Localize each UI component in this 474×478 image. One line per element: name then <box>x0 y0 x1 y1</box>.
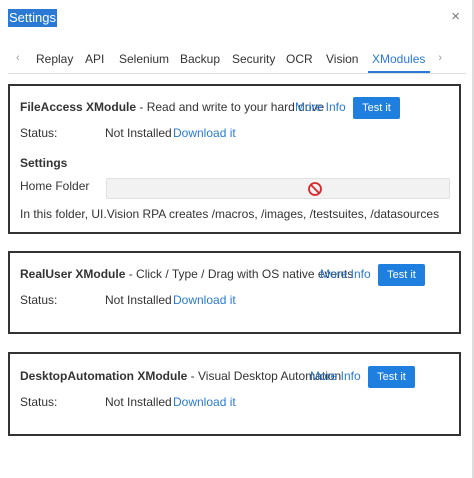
tab-xmodules[interactable]: XModules <box>372 52 425 66</box>
desktopautomation-more-info-link[interactable]: More Info <box>310 369 361 383</box>
tab-scroll-left-icon[interactable]: ‹ <box>16 52 20 64</box>
tab-selenium[interactable]: Selenium <box>119 52 169 66</box>
realuser-more-info-link[interactable]: More Info <box>320 267 371 281</box>
fileaccess-download-link[interactable]: Download it <box>173 126 236 140</box>
fileaccess-module-card: FileAccess XModule - Read and write to y… <box>8 84 461 234</box>
realuser-module-card: RealUser XModule - Click / Type / Drag w… <box>8 251 461 334</box>
module-name: FileAccess XModule <box>20 100 137 114</box>
fileaccess-more-info-link[interactable]: More Info <box>295 100 346 114</box>
desktopautomation-module-header: DesktopAutomation XModule - Visual Deskt… <box>20 369 341 383</box>
module-name: RealUser XModule <box>20 267 126 281</box>
realuser-test-button[interactable]: Test it <box>378 264 425 286</box>
no-entry-icon <box>308 182 322 196</box>
tab-bar: ‹ Replay API Selenium Backup Security OC… <box>8 46 466 74</box>
realuser-module-header: RealUser XModule - Click / Type / Drag w… <box>20 267 353 281</box>
realuser-download-link[interactable]: Download it <box>173 293 236 307</box>
fileaccess-module-header: FileAccess XModule - Read and write to y… <box>20 100 324 114</box>
home-folder-label: Home Folder <box>20 179 90 193</box>
status-value: Not Installed <box>105 126 172 140</box>
tab-vision[interactable]: Vision <box>326 52 358 66</box>
home-folder-input[interactable] <box>106 178 450 199</box>
tab-security[interactable]: Security <box>232 52 275 66</box>
settings-heading: Settings <box>20 156 68 170</box>
title-bar: Settings × <box>0 0 474 36</box>
status-label: Status: <box>20 395 58 409</box>
home-folder-hint: In this folder, UI.Vision RPA creates /m… <box>20 207 440 221</box>
tab-backup[interactable]: Backup <box>180 52 220 66</box>
desktopautomation-test-button[interactable]: Test it <box>368 366 415 388</box>
tab-api[interactable]: API <box>85 52 104 66</box>
desktopautomation-download-link[interactable]: Download it <box>173 395 236 409</box>
module-name: DesktopAutomation XModule <box>20 369 188 383</box>
fileaccess-test-button[interactable]: Test it <box>353 97 400 119</box>
tab-replay[interactable]: Replay <box>36 52 73 66</box>
window-title: Settings <box>8 9 57 27</box>
active-tab-indicator <box>368 71 430 73</box>
status-value: Not Installed <box>105 293 172 307</box>
desktopautomation-module-card: DesktopAutomation XModule - Visual Deskt… <box>8 352 461 436</box>
status-label: Status: <box>20 126 58 140</box>
tab-ocr[interactable]: OCR <box>286 52 313 66</box>
status-value: Not Installed <box>105 395 172 409</box>
tab-scroll-right-icon[interactable]: › <box>438 52 442 64</box>
close-icon[interactable]: × <box>451 9 460 25</box>
status-label: Status: <box>20 293 58 307</box>
